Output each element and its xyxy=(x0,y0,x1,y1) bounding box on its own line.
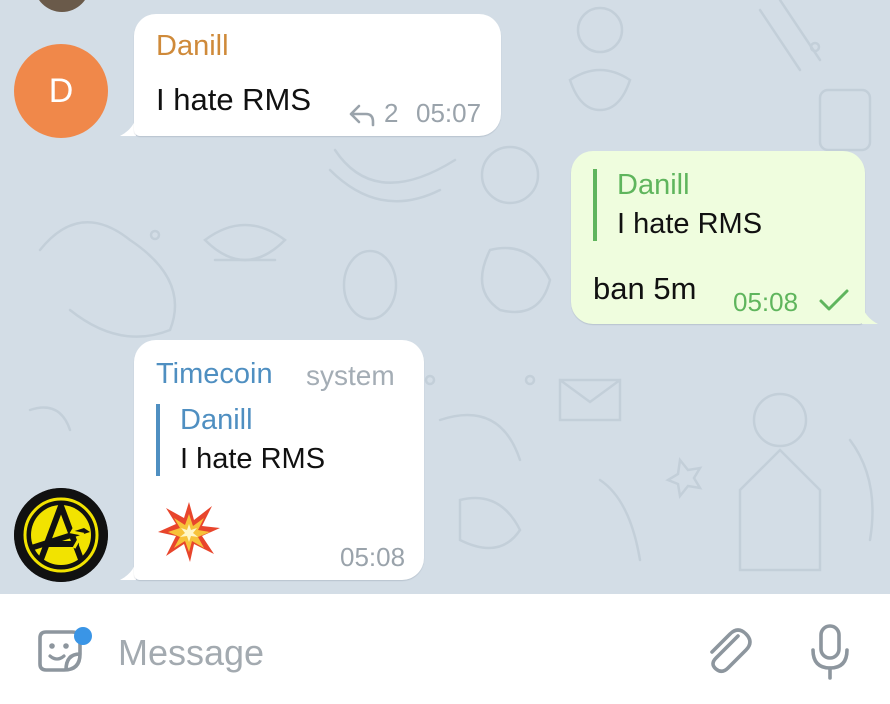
admin-badge: system xyxy=(306,360,395,391)
message-bubble-outgoing[interactable]: Danill I hate RMS ban 5m 05:08 xyxy=(571,151,865,324)
quote-name: Danill xyxy=(180,404,253,436)
read-check-icon xyxy=(819,289,849,311)
sender-name[interactable]: Danill xyxy=(156,30,229,63)
message-composer: Message xyxy=(0,594,890,704)
quote-name: Danill xyxy=(617,169,690,201)
anarchy-logo-icon xyxy=(14,488,108,582)
avatar-danill[interactable]: D xyxy=(14,44,108,138)
reply-quote[interactable]: Danill I hate RMS xyxy=(593,169,762,241)
attach-icon[interactable] xyxy=(700,622,756,678)
quote-text: I hate RMS xyxy=(617,208,763,240)
bubble-tail xyxy=(862,306,878,324)
chat-area[interactable]: D Danill I hate RMS 2 05:07 Danill I hat… xyxy=(0,0,890,594)
message-input[interactable]: Message xyxy=(118,632,264,674)
sender-name[interactable]: Timecoin xyxy=(156,358,273,391)
message-bubble-danill[interactable]: Danill I hate RMS 2 05:07 xyxy=(134,14,501,136)
message-text: I hate RMS xyxy=(156,82,312,117)
message-time: 05:08 xyxy=(733,287,799,317)
reply-quote[interactable]: Danill I hate RMS xyxy=(156,404,325,476)
message-bubble-timecoin[interactable]: Timecoin system Danill I hate RMS 💥 05:0… xyxy=(134,340,424,580)
message-text: ban 5m xyxy=(593,271,697,306)
message-time: 05:08 xyxy=(340,542,406,572)
avatar-timecoin[interactable] xyxy=(14,488,108,582)
collision-emoji xyxy=(158,502,220,562)
message-time: 05:07 xyxy=(416,98,482,128)
microphone-icon[interactable] xyxy=(806,622,854,682)
reply-count[interactable]: 2 xyxy=(384,98,398,129)
sticker-icon[interactable] xyxy=(36,626,96,678)
reply-icon[interactable] xyxy=(348,102,376,128)
quote-text: I hate RMS xyxy=(180,443,326,475)
